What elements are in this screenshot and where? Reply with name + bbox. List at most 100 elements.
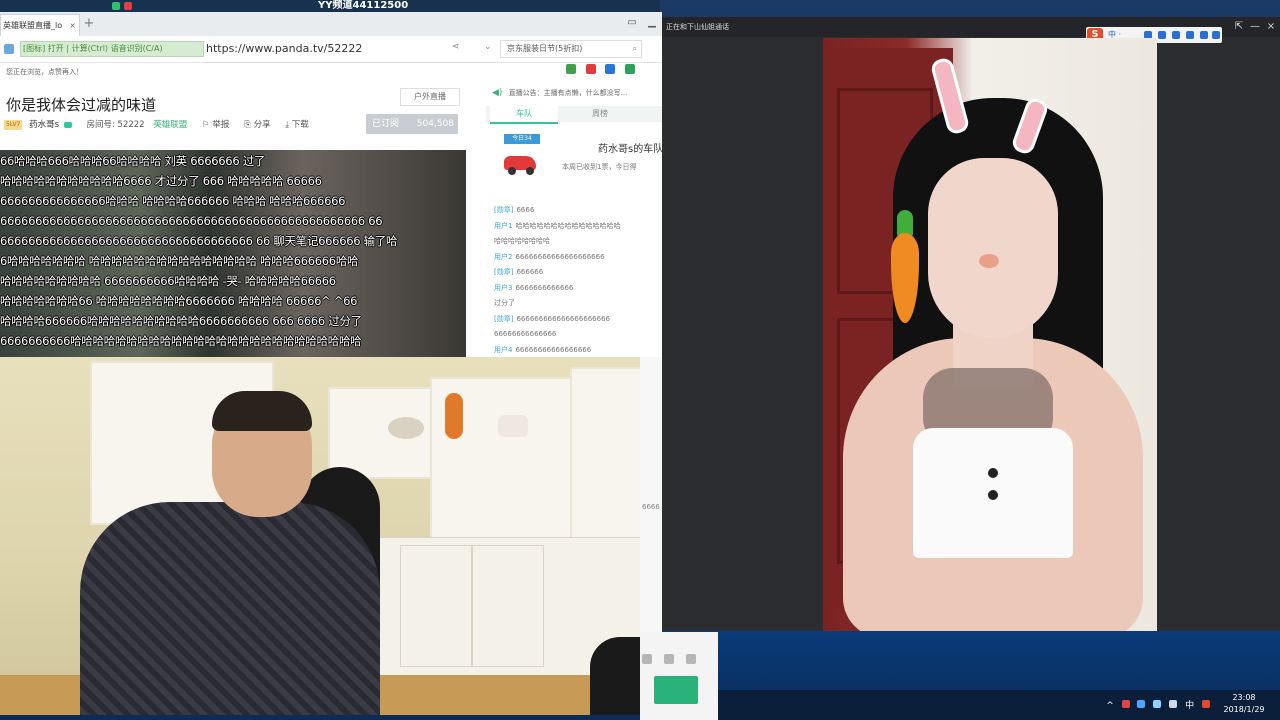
new-tab-button[interactable]: + [82,14,96,34]
chat-message[interactable]: 过分了 [494,297,662,309]
close-tab-icon[interactable]: × [69,15,76,37]
danmaku-line: 6666666666666666666666666666666666666666… [0,214,383,228]
chat-message[interactable]: 哈哈哈哈哈哈哈哈 [494,235,662,247]
download-link[interactable]: ⤓ 下载 [285,120,308,130]
follow-count: 504,508 [416,119,454,129]
bunny-nose-sticker [979,254,999,268]
chat-message[interactable]: [勋章] 666666 [494,266,662,278]
share-label: 分享 [253,120,271,130]
keyboard-icon[interactable] [1172,31,1180,39]
chat-text: 哈哈哈哈哈哈哈哈哈哈哈哈哈哈哈 [515,221,621,230]
webcam-feed [0,357,640,715]
follow-button[interactable]: 已订阅 504,508 [366,114,458,134]
puzzle-icon[interactable] [566,64,576,74]
shelf [328,387,442,479]
send-button[interactable] [654,676,698,704]
mic-icon[interactable] [1158,31,1166,39]
tab-title: 英雄联盟直播_lo [3,21,63,30]
browser-edge: 6666 [640,357,662,632]
close-icon[interactable] [585,64,596,74]
chat-text: 666666 [516,268,544,276]
tab-fleet[interactable]: 车队 [490,106,558,124]
chat-text: 6666666666666 [515,283,574,292]
address-bar: [图标] 打开 | 计算(Ctrl) 语音识别(C/A) https://www… [0,36,662,63]
share-icon[interactable]: ⋖ [452,42,460,52]
chat-nick[interactable]: 用户2 [494,253,512,261]
search-text: 京东服装日节(5折扣) [507,44,583,53]
taskbar: ^ 中 23:08 2018/1/29 [718,690,1280,720]
report-link[interactable]: ⚐ 举报 [202,120,229,130]
category-select[interactable]: 户外直播 [400,88,460,106]
report-label: 举报 [212,120,230,130]
figurine [498,415,528,437]
broadcast-text: 直播公告：主播有点懒，什么都没写... [508,89,628,97]
chat-message[interactable]: 66666666666666 [494,328,662,340]
chat-message[interactable]: 用户4 66666666666666666 [494,344,662,356]
chat-nick[interactable]: [勋章] [494,315,513,323]
chat-nick[interactable]: 用户1 [494,222,512,230]
chat-tabs: 车队 周榜 [486,106,662,124]
person [80,502,380,715]
trash-icon[interactable] [664,654,674,664]
search-icon[interactable] [605,64,615,74]
minimize-icon[interactable]: — [1248,17,1262,37]
minimize-icon[interactable]: ▁ [644,16,660,30]
clock[interactable]: 23:08 2018/1/29 [1218,692,1270,716]
chat-nick[interactable]: 用户3 [494,284,512,292]
chat-message[interactable]: [勋章] 666666666666666666666 [494,313,662,325]
chat-message[interactable]: 用户2 66666666666666666666 [494,251,662,263]
chat-message[interactable]: [勋章] 6666 [494,204,662,216]
download-label: 下载 [291,120,309,130]
clock-time: 23:08 [1232,693,1256,702]
follow-label: 已订阅 [372,119,400,129]
page-icon [4,44,14,54]
app-tray-icon[interactable] [1137,700,1146,708]
speed-dial-bar[interactable]: [图标] 打开 | 计算(Ctrl) 语音识别(C/A) [20,41,204,57]
network-icon[interactable] [1153,700,1162,708]
volume-icon[interactable] [1169,700,1178,708]
room-number: 房间号: 52222 [86,120,145,130]
video-title: 正在和下山仙姐通话 [666,23,729,31]
tray-expand-icon[interactable]: ^ [1106,701,1114,711]
figurine [445,393,463,439]
person-hair [212,391,312,431]
white-top [913,428,1073,558]
search-input[interactable]: 京东服装日节(5折扣) ⌕ [500,40,642,58]
chevron-down-icon[interactable]: ⌄ [484,42,492,52]
chat-text: 66666666666666 [494,330,557,338]
danmaku-line: 6哈哈哈哈哈哈哈 哈哈哈哈哈哈哈哈哈哈哈哈哈哈哈 哈哈哈666666哈哈 [0,254,359,268]
game-link[interactable]: 英雄联盟 [153,120,187,130]
app-tray-icon[interactable] [1121,700,1130,708]
search-icon[interactable]: ⌕ [633,41,637,57]
shelf [570,367,640,541]
system-tray: ^ 中 [1101,698,1210,712]
verified-icon [63,121,72,128]
chat-text: 过分了 [494,299,515,307]
live-stream-player[interactable]: 66哈哈哈666哈哈哈66哈哈哈哈 刘英 6666666 过了 哈哈哈哈哈哈哈哈哈… [0,150,466,357]
skin-icon[interactable] [1186,31,1194,39]
broadcast-bar: ◀) 直播公告：主播有点懒，什么都没写... [486,86,662,100]
restore-icon[interactable]: ▭ [624,16,640,30]
browser-tab[interactable]: 英雄联盟直播_lo × [0,14,80,37]
image-icon[interactable] [642,654,652,664]
url-field[interactable]: https://www.panda.tv/52222 [206,41,362,57]
tab-weekly[interactable]: 周榜 [566,106,634,122]
chat-nick[interactable]: [勋章] [494,206,513,214]
game-icon[interactable] [624,64,635,74]
chat-nick[interactable]: 用户4 [494,346,512,354]
share-link[interactable]: ⎘ 分享 [244,120,271,130]
close-icon[interactable]: × [1264,17,1278,37]
app-icon [112,2,120,10]
fleet-sub: 本周已收到1票，今日得 [562,163,637,171]
chat-message[interactable]: 用户3 6666666666666 [494,282,662,294]
sogou-tray-icon[interactable] [1202,700,1210,708]
chat-nick[interactable]: [勋章] [494,268,513,276]
chat-message[interactable]: 用户1 哈哈哈哈哈哈哈哈哈哈哈哈哈哈哈 [494,220,662,232]
lock-icon[interactable] [686,654,696,664]
host-name[interactable]: 药水哥s [29,120,59,130]
tools-icon[interactable] [1200,31,1208,39]
danmaku-line: 哈哈哈哈哈哈哈66 哈哈哈哈哈哈哈哈6666666 哈哈哈哈 66666^ ^6… [0,294,358,308]
settings-icon[interactable] [1212,31,1220,39]
pin-icon[interactable]: ⇱ [1232,17,1246,37]
ime-indicator[interactable]: 中 [1185,698,1194,711]
